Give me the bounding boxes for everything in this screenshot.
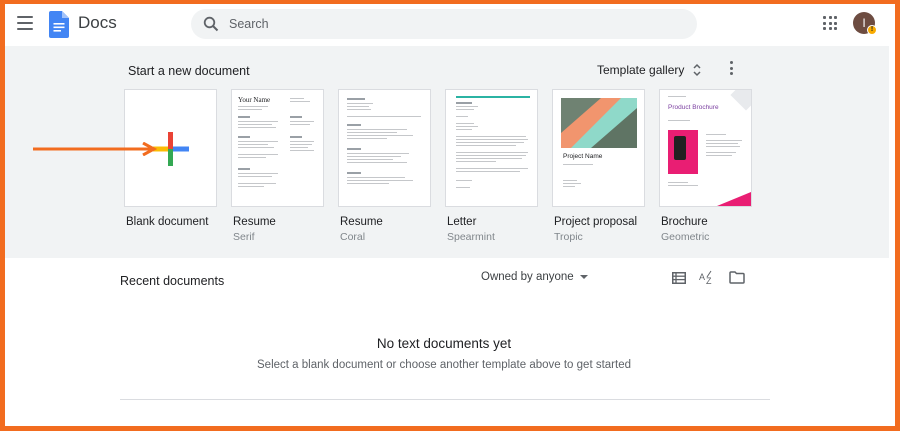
template-name: Letter	[447, 216, 477, 228]
owner-filter-label: Owned by anyone	[481, 271, 574, 283]
unfold-icon	[693, 63, 701, 77]
search-icon[interactable]	[203, 16, 219, 32]
top-bar: Docs I !	[5, 4, 895, 46]
annotation-arrow-icon	[33, 142, 158, 156]
template-thumbnail[interactable]: Product Brochure	[659, 89, 752, 207]
section-title: Start a new document	[128, 64, 250, 78]
template-name: Resume	[233, 216, 276, 228]
template-blank[interactable]: Blank document	[124, 89, 217, 231]
account-warning-badge: !	[867, 25, 877, 35]
recent-documents-title: Recent documents	[120, 274, 225, 288]
template-resume-coral[interactable]: Resume Coral	[338, 89, 431, 243]
thumbnail-heading: Product Brochure	[668, 104, 719, 111]
template-thumbnail[interactable]	[338, 89, 431, 207]
svg-text:A: A	[699, 272, 705, 282]
template-name: Resume	[340, 216, 383, 228]
template-subtitle: Serif	[233, 231, 255, 243]
template-name: Brochure	[661, 216, 708, 228]
main-menu-icon[interactable]	[16, 15, 34, 31]
tropic-graphic	[561, 98, 637, 148]
template-gallery-label: Template gallery	[597, 63, 685, 77]
template-resume-serif[interactable]: Your Name Resume Serif	[231, 89, 324, 243]
google-apps-icon[interactable]	[823, 16, 837, 30]
template-gallery-button[interactable]: Template gallery	[597, 58, 702, 82]
app-window: Docs I ! Start a new document Template g…	[5, 4, 895, 426]
template-thumbnail[interactable]	[445, 89, 538, 207]
sort-az-icon[interactable]: A Z	[699, 270, 715, 286]
template-thumbnail[interactable]: Your Name	[231, 89, 324, 207]
template-name: Blank document	[126, 216, 209, 228]
template-letter-spearmint[interactable]: Letter Spearmint	[445, 89, 538, 243]
template-subtitle: Spearmint	[447, 231, 495, 243]
list-view-icon[interactable]	[672, 272, 686, 284]
template-subtitle: Coral	[340, 231, 366, 243]
thumbnail-heading: Project Name	[563, 153, 603, 160]
template-thumbnail[interactable]: Project Name	[552, 89, 645, 207]
more-options-icon[interactable]	[727, 60, 735, 76]
thumbnail-heading: Your Name	[238, 96, 271, 104]
empty-state-subtitle: Select a blank document or choose anothe…	[257, 359, 631, 371]
empty-state-title: No text documents yet	[376, 336, 512, 351]
template-subtitle: Tropic	[554, 231, 583, 243]
docs-logo-icon[interactable]	[49, 11, 69, 38]
owner-filter-dropdown[interactable]: Owned by anyone	[481, 271, 588, 283]
search-input[interactable]	[229, 15, 669, 33]
search-bar[interactable]	[191, 9, 697, 39]
divider	[120, 399, 770, 400]
template-project-proposal-tropic[interactable]: Project Name Project proposal Tropic	[552, 89, 645, 243]
template-name: Project proposal	[554, 216, 638, 228]
svg-text:Z: Z	[706, 276, 712, 286]
template-subtitle: Geometric	[661, 231, 710, 243]
app-title[interactable]: Docs	[78, 13, 117, 33]
folder-icon[interactable]	[729, 271, 745, 284]
template-brochure-geometric[interactable]: Product Brochure Brochure Geometric	[659, 89, 752, 243]
caret-down-icon	[579, 275, 588, 279]
